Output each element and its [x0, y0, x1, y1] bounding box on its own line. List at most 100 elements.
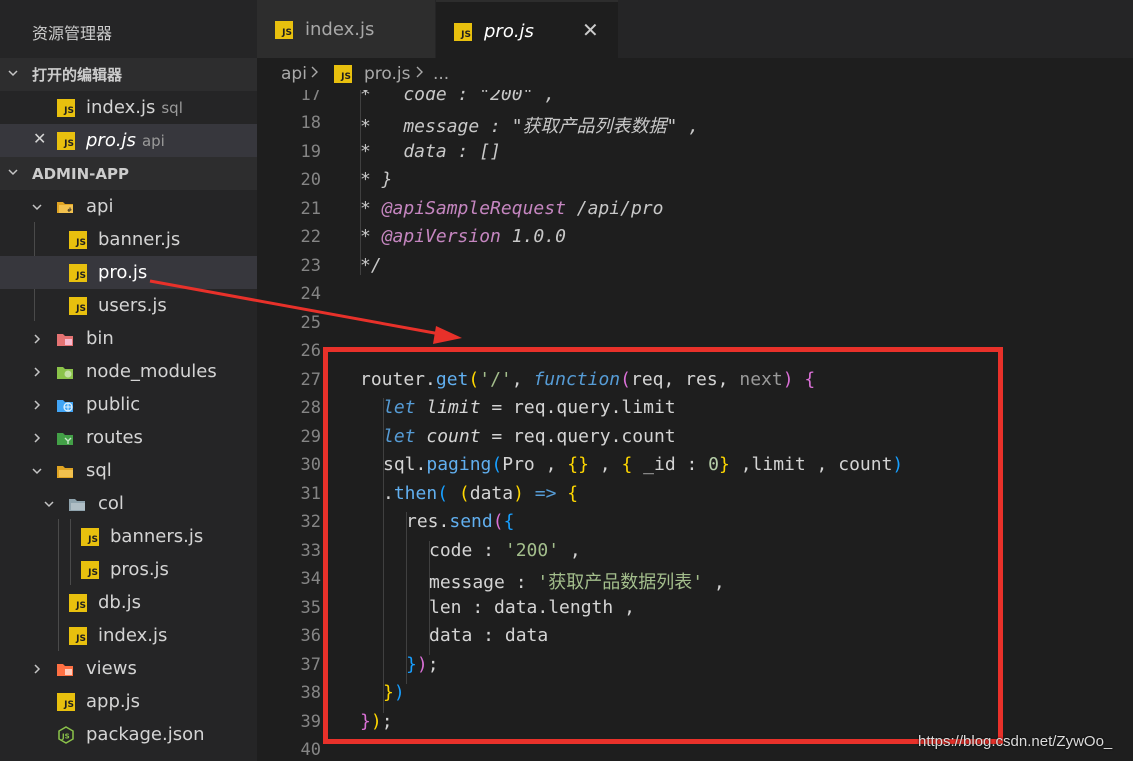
code-editor[interactable]: 17 18 19 20 21 22 23 24 25 26 27 28 29 3… [257, 90, 1133, 761]
line-number: 28 [300, 398, 321, 418]
tab-index-js[interactable]: JS index.js [257, 0, 435, 58]
js-file-icon: JS [81, 560, 99, 579]
tab-label: pro.js [484, 21, 534, 42]
js-file-icon: JS [69, 263, 87, 282]
breadcrumb-item-file[interactable]: pro.js [364, 64, 411, 84]
folder-node-icon [56, 363, 74, 381]
folder-sql-icon [56, 462, 74, 480]
chevron-right-icon [30, 431, 44, 445]
tree-file-package-json[interactable]: JS package.json [0, 718, 257, 751]
line-number: 31 [300, 484, 321, 504]
open-editor-desc: sql [161, 99, 183, 117]
js-file-icon: JS [275, 21, 293, 39]
tree-file-banner-js[interactable]: JS banner.js [0, 223, 257, 256]
tree-file-pro-js[interactable]: JS pro.js [0, 256, 257, 289]
tree-file-users-js[interactable]: JS users.js [0, 289, 257, 322]
code-line-20: * } [360, 169, 393, 190]
js-file-icon: JS [57, 98, 75, 117]
tree-folder-public[interactable]: public [0, 388, 257, 421]
chevron-down-icon [0, 166, 26, 181]
tab-pro-js[interactable]: JS pro.js ✕ [436, 0, 618, 58]
explorer-title: 资源管理器 [32, 24, 113, 43]
chevron-right-icon [30, 662, 44, 676]
line-number: 40 [300, 740, 321, 760]
code-line-31: .then( (data) => { [383, 483, 579, 504]
breadcrumb: api JS pro.js ... [257, 58, 1133, 90]
svg-text:JS: JS [61, 732, 70, 740]
open-editors-header[interactable]: 打开的编辑器 [0, 58, 257, 91]
tree-file-db-js[interactable]: JS db.js [0, 586, 257, 619]
tree-folder-bin[interactable]: bin [0, 322, 257, 355]
tree-folder-col[interactable]: col [0, 487, 257, 520]
line-number: 22 [300, 227, 321, 247]
tree-folder-api[interactable]: # api [0, 190, 257, 223]
breadcrumb-item-api[interactable]: api [281, 64, 307, 84]
chevron-down-icon [42, 497, 56, 511]
js-file-icon: JS [57, 692, 75, 711]
chevron-right-icon [310, 64, 320, 84]
open-editor-desc: api [141, 132, 165, 150]
line-number: 29 [300, 427, 321, 447]
folder-views-icon [56, 660, 74, 678]
tree-folder-node-modules[interactable]: node_modules [0, 355, 257, 388]
open-editor-name: index.js [86, 97, 156, 118]
js-file-icon: JS [69, 296, 87, 315]
code-line-19: * data : [] [360, 141, 501, 162]
nodejs-icon: JS [57, 725, 75, 744]
tree-file-index-js[interactable]: JS index.js [0, 619, 257, 652]
tree-folder-routes[interactable]: routes [0, 421, 257, 454]
tree-folder-sql[interactable]: sql [0, 454, 257, 487]
tree-file-pros-js[interactable]: JS pros.js [0, 553, 257, 586]
chevron-right-icon [30, 398, 44, 412]
svg-text:#: # [67, 207, 72, 214]
line-number: 21 [300, 199, 321, 219]
editor-tab-bar: JS index.js JS pro.js ✕ [257, 0, 1133, 58]
close-tab-icon[interactable]: ✕ [582, 18, 599, 42]
close-icon[interactable]: ✕ [33, 129, 46, 148]
open-editor-index-js[interactable]: JS index.js sql [0, 91, 257, 124]
code-line-35: len : data.length , [429, 597, 635, 618]
line-number: 39 [300, 712, 321, 732]
code-line-27: router.get('/', function(req, res, next)… [360, 369, 816, 390]
line-number: 19 [300, 142, 321, 162]
code-line-28: let limit = req.query.limit [383, 397, 676, 418]
tree-row-partial [0, 751, 257, 761]
js-file-icon: JS [334, 65, 352, 83]
tree-file-app-js[interactable]: JS app.js [0, 685, 257, 718]
chevron-down-icon [30, 464, 44, 478]
line-number: 20 [300, 170, 321, 190]
folder-bin-icon [56, 330, 74, 348]
js-file-icon: JS [57, 131, 75, 150]
js-file-icon: JS [69, 230, 87, 249]
chevron-right-icon [30, 365, 44, 379]
chevron-right-icon [415, 64, 425, 84]
folder-api-icon: # [56, 198, 74, 216]
line-number: 26 [300, 341, 321, 361]
project-header[interactable]: ADMIN-APP [0, 157, 257, 190]
watermark: https://blog.csdn.net/ZywOo_ [918, 733, 1113, 750]
line-number: 37 [300, 655, 321, 675]
code-line-18: * message : "获取产品列表数据" , [360, 116, 700, 137]
open-editor-pro-js[interactable]: ✕ JS pro.js api [0, 124, 257, 157]
open-editors-label: 打开的编辑器 [32, 66, 123, 84]
breadcrumb-item-symbol[interactable]: ... [433, 64, 449, 84]
chevron-down-icon [30, 200, 44, 214]
code-line-37: }); [406, 654, 439, 675]
code-line-23: */ [360, 255, 382, 276]
code-line-36: data : data [429, 625, 549, 646]
tree-file-banners-js[interactable]: JS banners.js [0, 520, 257, 553]
code-line-34: message : '获取产品数据列表' , [429, 572, 725, 593]
code-line-33: code : '200' , [429, 540, 581, 561]
code-line-30: sql.paging(Pro , {} , { _id : 0} ,limit … [383, 454, 904, 475]
line-number: 32 [300, 512, 321, 532]
code-line-29: let count = req.query.count [383, 426, 676, 447]
js-file-icon: JS [81, 527, 99, 546]
code-line-38: }) [383, 682, 405, 703]
tree-folder-views[interactable]: views [0, 652, 257, 685]
line-number: 25 [300, 313, 321, 333]
js-file-icon: JS [454, 23, 472, 41]
line-number: 33 [300, 541, 321, 561]
line-number: 18 [300, 113, 321, 133]
line-number: 38 [300, 683, 321, 703]
folder-routes-icon [56, 429, 74, 447]
